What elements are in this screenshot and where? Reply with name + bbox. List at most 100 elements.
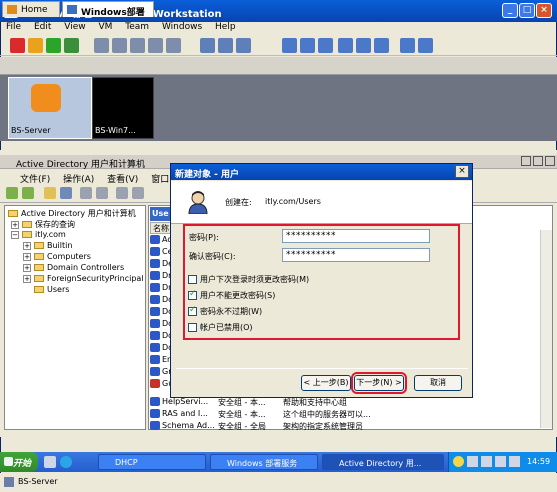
snapshot-manager-icon[interactable] (130, 38, 145, 53)
summary-view-icon[interactable] (200, 38, 215, 53)
tree-foreign-security[interactable]: + ForeignSecurityPrincipal (23, 274, 144, 283)
back-icon[interactable] (6, 187, 18, 199)
must-change-password-checkbox[interactable]: 用户下次登录时须更改密码(M) (188, 274, 309, 285)
appliance-view-icon[interactable] (218, 38, 233, 53)
unity-icon[interactable] (318, 38, 333, 53)
expand-icon[interactable]: + (23, 263, 31, 272)
ad-menu-file[interactable]: 文件(F) (20, 175, 50, 185)
ad-menu-view[interactable]: 查看(V) (107, 175, 138, 185)
row-description: 帮助和支持中心组 (283, 398, 347, 407)
cancel-button[interactable]: 取消 (414, 375, 462, 391)
power-on-icon[interactable] (46, 38, 61, 53)
folder-icon (34, 242, 44, 249)
full-screen-icon[interactable] (282, 38, 297, 53)
password-field[interactable]: ********** (282, 229, 430, 243)
tray-security-icon[interactable] (509, 456, 520, 467)
show-console-icon[interactable] (338, 38, 353, 53)
menu-windows[interactable]: Windows (162, 22, 202, 32)
revert-snapshot-icon[interactable] (112, 38, 127, 53)
taskbar-ad[interactable]: Active Directory 用... (322, 454, 444, 470)
back-button[interactable]: < 上一步(B) (301, 375, 351, 391)
thumbnail-bar: BS-Server BS-Win7... (0, 75, 557, 141)
tree-computers[interactable]: + Computers (23, 252, 91, 261)
quick-switch-icon[interactable] (300, 38, 315, 53)
cut-icon[interactable] (80, 187, 92, 199)
ie-icon[interactable] (60, 456, 72, 468)
thumbnail-bs-win7[interactable]: BS-Win7... (92, 77, 154, 139)
ad-close-button[interactable] (545, 156, 555, 166)
confirm-password-field[interactable]: ********** (282, 248, 430, 262)
cannot-change-password-checkbox[interactable]: 用户不能更改密码(S) (188, 289, 275, 301)
tree-domain-controllers[interactable]: + Domain Controllers (23, 263, 124, 272)
maximize-button[interactable]: □ (519, 3, 535, 18)
thumbnail-bs-server[interactable]: BS-Server (8, 77, 92, 139)
folder-icon (22, 221, 32, 228)
group-icon (150, 343, 160, 352)
tab-home[interactable]: Home (2, 1, 60, 17)
show-thumbnails-icon[interactable] (356, 38, 371, 53)
tree-domain[interactable]: − itly.com (11, 230, 66, 239)
tray-help-icon[interactable] (453, 456, 464, 467)
tree-label: ForeignSecurityPrincipal (47, 274, 144, 283)
expand-icon[interactable]: + (23, 274, 31, 283)
group-icon (150, 355, 160, 364)
menu-file[interactable]: File (6, 22, 21, 32)
clone-icon[interactable] (148, 38, 163, 53)
checkbox[interactable] (188, 305, 197, 316)
windows-logo-icon (4, 457, 13, 466)
next-button[interactable]: 下一步(N) > (351, 372, 407, 394)
snapshot-icon[interactable] (94, 38, 109, 53)
tray-network-icon-2[interactable] (481, 456, 492, 467)
delete-icon[interactable] (116, 187, 128, 199)
forward-icon[interactable] (22, 187, 34, 199)
settings-icon[interactable] (418, 38, 433, 53)
show-desktop-icon[interactable] (44, 456, 56, 468)
preferences-icon[interactable] (400, 38, 415, 53)
table-row[interactable]: En (150, 355, 172, 367)
checkbox[interactable] (188, 275, 197, 284)
team-icon[interactable] (166, 38, 181, 53)
console-view-icon[interactable] (236, 38, 251, 53)
table-row[interactable]: HelpServi... 安全组 - 本... 帮助和支持中心组 (150, 397, 530, 409)
collapse-icon[interactable]: − (11, 230, 19, 239)
tab-windows-deploy[interactable]: Windows部署 (62, 1, 154, 18)
minimize-button[interactable]: _ (502, 3, 518, 18)
tree-users[interactable]: Users (34, 285, 69, 294)
taskbar-wds[interactable]: Windows 部署服务 (210, 454, 318, 470)
ad-menu-action[interactable]: 操作(A) (63, 175, 94, 185)
table-row[interactable]: Schema Ad... 安全组 - 全局 架构的指定系统管理员 (150, 421, 530, 433)
properties-icon[interactable] (132, 187, 144, 199)
tree-builtin[interactable]: + Builtin (23, 241, 72, 250)
show-tree-icon[interactable] (60, 187, 72, 199)
table-row[interactable]: Gr (150, 367, 172, 379)
list-scrollbar[interactable] (540, 230, 552, 428)
expand-icon[interactable]: + (23, 241, 31, 250)
reset-icon[interactable] (64, 38, 79, 53)
checkbox[interactable] (188, 323, 197, 332)
expand-icon[interactable]: + (11, 220, 19, 229)
suspend-icon[interactable] (28, 38, 43, 53)
checkbox[interactable] (188, 289, 197, 300)
menu-vm[interactable]: VM (98, 22, 112, 32)
close-button[interactable]: × (536, 3, 552, 18)
menu-view[interactable]: View (64, 22, 85, 32)
taskbar-dhcp[interactable]: DHCP (98, 454, 206, 470)
ad-restore-button[interactable] (533, 156, 543, 166)
tree-saved-queries[interactable]: + 保存的查询 (11, 219, 75, 230)
up-folder-icon[interactable] (44, 187, 56, 199)
show-favorites-icon[interactable] (374, 38, 389, 53)
account-disabled-checkbox[interactable]: 帐户已禁用(O) (188, 322, 253, 333)
expand-icon[interactable]: + (23, 252, 31, 261)
ad-minimize-button[interactable] (521, 156, 531, 166)
tray-volume-icon[interactable] (495, 456, 506, 467)
never-expires-checkbox[interactable]: 密码永不过期(W) (188, 305, 262, 317)
menu-team[interactable]: Team (125, 22, 149, 32)
table-row[interactable]: RAS and I... 安全组 - 本... 这个组中的服务器可以... (150, 409, 530, 421)
tree-root[interactable]: Active Directory 用户和计算机 (8, 208, 136, 219)
copy-icon[interactable] (96, 187, 108, 199)
menu-edit[interactable]: Edit (34, 22, 51, 32)
menu-help[interactable]: Help (215, 22, 236, 32)
power-off-icon[interactable] (10, 38, 25, 53)
dialog-close-button[interactable]: × (455, 165, 469, 178)
tray-network-icon[interactable] (467, 456, 478, 467)
